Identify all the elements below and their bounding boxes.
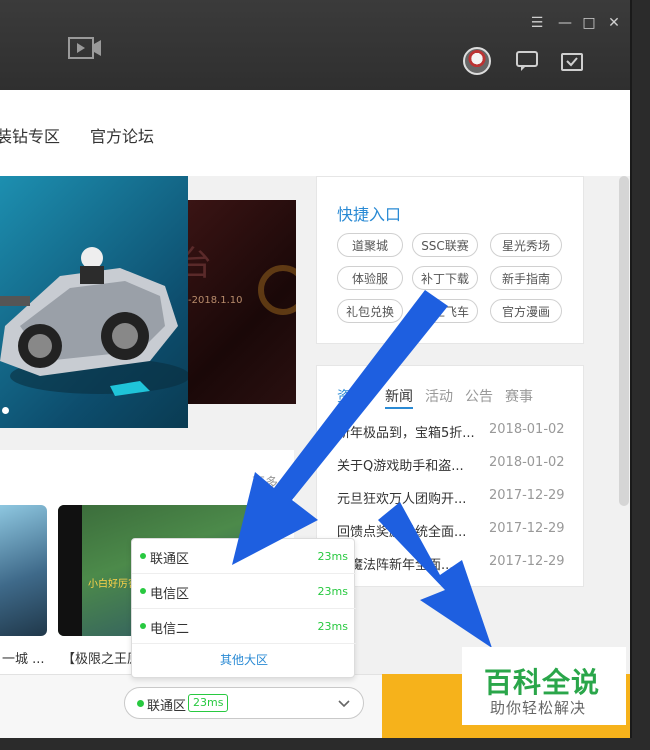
server-option[interactable]: 联通区 23ms: [132, 539, 356, 574]
news-title: 关于Q游戏助手和盗...: [337, 459, 464, 474]
news-row[interactable]: 关于Q游戏助手和盗... 2018-01-02: [337, 455, 573, 475]
mail-check-icon[interactable]: [560, 52, 584, 74]
quick-tag[interactable]: 体验服: [337, 266, 403, 290]
scrollbar[interactable]: [619, 176, 629, 506]
tab-info[interactable]: 资讯: [337, 386, 365, 406]
server-ping: 23ms: [317, 620, 348, 633]
quick-tag[interactable]: 新手指南: [490, 266, 562, 290]
brand-subtitle: 助你轻松解决: [490, 699, 587, 717]
race-car-image: [0, 247, 188, 396]
news-title: 五魔法阵新年全面...: [337, 558, 454, 573]
quick-tag[interactable]: 道聚城: [337, 233, 403, 257]
server-option[interactable]: 电信区 23ms: [132, 574, 356, 609]
quick-tag[interactable]: 星光秀场: [490, 233, 562, 257]
quick-tag[interactable]: SSC联赛: [412, 233, 478, 257]
video-caption[interactable]: 【极限之王原: [62, 648, 140, 667]
brand-title: 百科全说: [484, 666, 601, 699]
other-servers-link[interactable]: 其他大区: [132, 651, 356, 668]
nav-item-vip[interactable]: 装钻专区: [0, 123, 60, 147]
status-dot: [137, 700, 144, 707]
server-ping: 23ms: [317, 585, 348, 598]
quick-tag[interactable]: 补丁下载: [412, 266, 478, 290]
thumbnail-letterbox: [58, 505, 82, 636]
maximize-button[interactable]: □: [580, 14, 598, 32]
tab-activity[interactable]: 活动: [425, 386, 453, 406]
news-date: 2018-01-02: [489, 455, 565, 470]
video-icon[interactable]: [68, 36, 102, 60]
selected-server-ping: 23ms: [188, 694, 229, 712]
status-dot: [140, 623, 146, 629]
quick-tag[interactable]: 掌上飞车: [412, 299, 478, 323]
news-card: 资讯 新闻 活动 公告 赛事 新年极品到，宝箱5折... 2018-01-02 …: [316, 365, 584, 587]
avatar[interactable]: [463, 47, 491, 75]
title-bar: ☰ — □ ✕: [0, 0, 630, 90]
video-thumbnail[interactable]: [0, 505, 47, 636]
brand-watermark: 百科全说 助你轻松解决: [462, 647, 626, 725]
news-date: 2018-01-02: [489, 422, 565, 437]
quick-tag[interactable]: 官方漫画: [490, 299, 562, 323]
carousel-dot[interactable]: [2, 407, 9, 414]
status-dot: [140, 588, 146, 594]
menu-icon[interactable]: ☰: [528, 14, 546, 32]
news-row[interactable]: 元旦狂欢万人团购开... 2017-12-29: [337, 488, 573, 508]
banner-side[interactable]: -2018.1.10 台: [188, 200, 296, 404]
news-title: 回馈点奖励系统全面...: [337, 525, 467, 540]
quick-entry-title: 快捷入口: [337, 205, 402, 224]
tab-news[interactable]: 新闻: [385, 386, 413, 409]
video-caption[interactable]: 一城 ...: [2, 648, 45, 667]
server-name: 联通区: [150, 552, 190, 567]
quick-tag[interactable]: 礼包兑换: [337, 299, 403, 323]
gear-graphic: 台: [188, 244, 296, 315]
server-dropdown: 联通区 23ms 电信区 23ms 电信二 23ms 其他大区: [131, 538, 356, 678]
news-date: 2017-12-29: [489, 488, 565, 503]
close-button[interactable]: ✕: [605, 14, 623, 32]
quick-entry-card: 快捷入口 道聚城 SSC联赛 星光秀场 体验服 补丁下载 新手指南 礼包兑换 掌…: [316, 176, 584, 344]
banner-main[interactable]: [0, 176, 188, 428]
news-date: 2017-12-29: [489, 521, 565, 536]
svg-text:台: 台: [188, 244, 212, 284]
server-name: 电信区: [150, 587, 190, 602]
app-window: ☰ — □ ✕ 装钻专区 官方论坛 -2018.1.10 快捷入口 道聚城 SS…: [0, 0, 632, 738]
selected-server-name: 联通区: [147, 699, 187, 714]
server-name: 电信二: [150, 622, 190, 637]
chevron-down-icon: [338, 700, 350, 708]
tab-notice[interactable]: 公告: [465, 386, 493, 406]
server-select[interactable]: 联通区 23ms: [124, 687, 364, 719]
news-title: 新年极品到，宝箱5折...: [337, 426, 475, 441]
nav-item-forum[interactable]: 官方论坛: [90, 123, 154, 147]
news-row[interactable]: 五魔法阵新年全面... 2017-12-29: [337, 554, 573, 574]
chat-icon[interactable]: [515, 50, 539, 72]
news-row[interactable]: 回馈点奖励系统全面... 2017-12-29: [337, 521, 573, 541]
server-ping: 23ms: [317, 550, 348, 563]
news-title: 元旦狂欢万人团购开...: [337, 492, 467, 507]
more-link[interactable]: 更多: [252, 472, 278, 491]
news-row[interactable]: 新年极品到，宝箱5折... 2018-01-02: [337, 422, 573, 442]
news-date: 2017-12-29: [489, 554, 565, 569]
minimize-button[interactable]: —: [556, 14, 574, 32]
status-dot: [140, 553, 146, 559]
top-nav: 装钻专区 官方论坛: [0, 90, 630, 176]
server-option[interactable]: 电信二 23ms: [132, 609, 356, 644]
tab-events[interactable]: 赛事: [505, 386, 533, 406]
